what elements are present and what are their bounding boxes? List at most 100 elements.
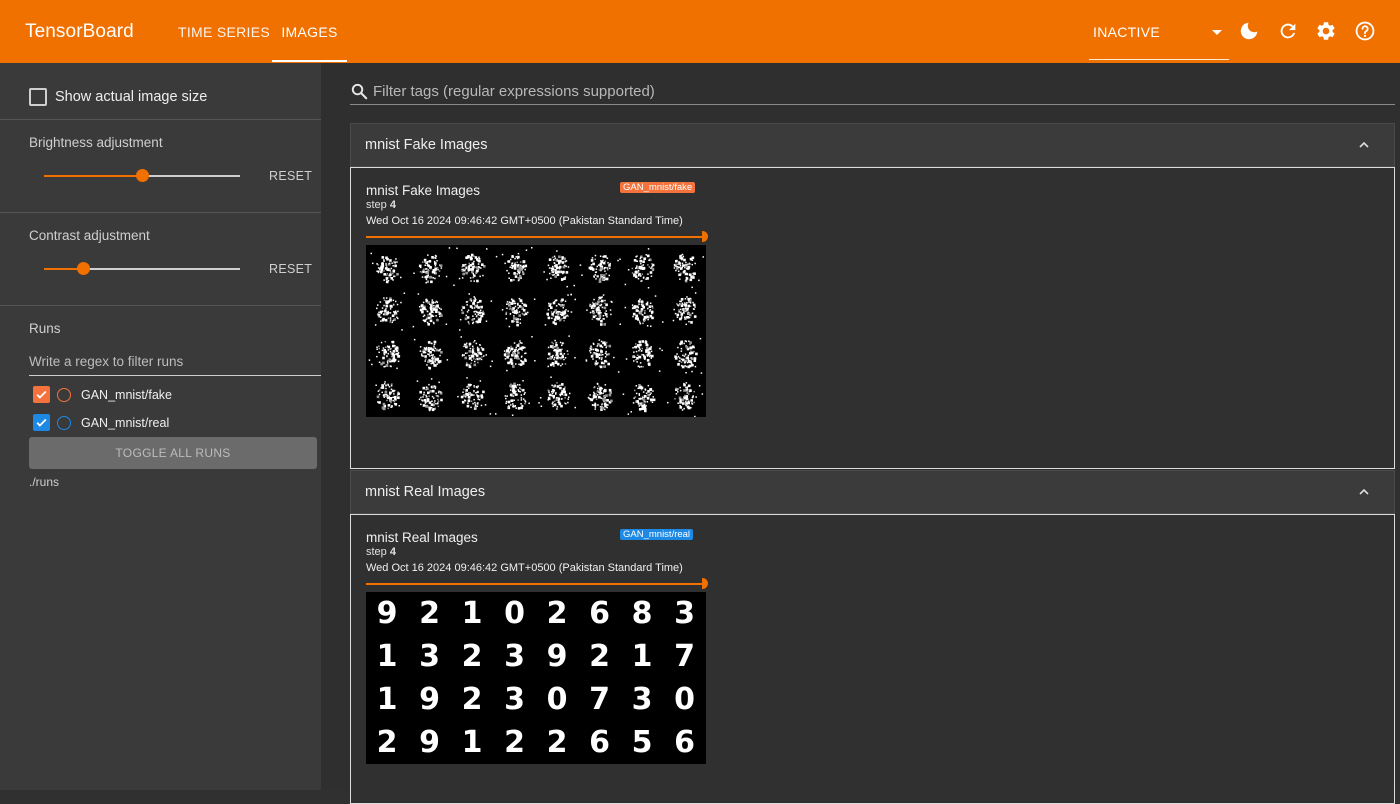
runs-filter-input[interactable]: Write a regex to filter runs <box>29 350 321 376</box>
noise-pixel <box>462 268 464 271</box>
toggle-all-runs-button[interactable]: TOGGLE ALL RUNS <box>29 437 317 469</box>
noise-pixel <box>440 267 443 269</box>
group-header-real[interactable]: mnist Real Images <box>350 470 1395 514</box>
chevron-up-icon[interactable] <box>1356 484 1372 500</box>
noise-pixel <box>640 303 643 306</box>
noise-pixel <box>567 294 569 296</box>
noise-pixel <box>453 284 455 286</box>
noise-pixel <box>681 398 685 402</box>
noise-pixel <box>680 254 682 257</box>
noise-pixel <box>385 319 387 321</box>
group-header-fake[interactable]: mnist Fake Images <box>350 123 1395 167</box>
noise-pixel <box>403 292 406 294</box>
run-item-fake[interactable]: GAN_mnist/fake <box>33 386 172 403</box>
noise-pixel <box>685 279 687 281</box>
noise-pixel <box>525 249 528 251</box>
noise-pixel <box>641 347 643 350</box>
noise-pixel <box>642 300 644 303</box>
noise-pixel <box>694 415 696 417</box>
noise-pixel <box>387 384 390 387</box>
settings-icon[interactable] <box>1315 20 1337 42</box>
noise-pixel <box>422 386 426 390</box>
dark-mode-icon[interactable] <box>1238 20 1260 42</box>
step-slider[interactable] <box>366 231 708 242</box>
noise-pixel <box>482 310 484 313</box>
brightness-slider-thumb[interactable] <box>136 169 149 182</box>
noise-pixel <box>640 402 642 404</box>
noise-pixel <box>518 314 521 317</box>
noise-pixel <box>592 315 596 319</box>
noise-pixel <box>608 264 611 267</box>
contrast-slider-thumb[interactable] <box>77 262 91 275</box>
noise-pixel <box>508 405 510 407</box>
noise-pixel <box>511 267 514 269</box>
step-slider[interactable] <box>366 578 708 589</box>
run-item-real[interactable]: GAN_mnist/real <box>33 414 169 431</box>
noise-pixel <box>679 318 681 320</box>
noise-pixel <box>553 262 556 265</box>
noise-pixel <box>461 277 464 279</box>
noise-pixel <box>515 386 517 389</box>
run-checkbox-real[interactable] <box>33 414 50 431</box>
noise-pixel <box>477 361 479 364</box>
tab-time-series[interactable]: TIME SERIES <box>178 0 270 63</box>
tag-filter-input[interactable]: Filter tags (regular expressions support… <box>350 79 1395 105</box>
noise-pixel <box>482 390 485 394</box>
noise-pixel <box>390 365 392 368</box>
noise-pixel <box>567 315 569 317</box>
noise-pixel <box>425 308 427 311</box>
contrast-reset-button[interactable]: RESET <box>269 262 312 276</box>
noise-pixel <box>682 358 685 362</box>
run-color-swatch-fake[interactable] <box>57 387 71 402</box>
noise-pixel <box>553 395 555 398</box>
noise-pixel <box>564 312 567 315</box>
noise-pixel <box>552 354 554 357</box>
noise-pixel <box>558 318 562 322</box>
help-icon[interactable] <box>1354 20 1376 42</box>
run-color-swatch-real[interactable] <box>57 415 71 430</box>
tag-filter-placeholder: Filter tags (regular expressions support… <box>373 83 655 100</box>
noise-pixel <box>640 350 643 352</box>
noise-pixel <box>648 363 651 366</box>
app-brand[interactable]: TensorBoard <box>25 21 134 43</box>
show-actual-size-toggle[interactable]: Show actual image size <box>29 88 207 106</box>
noise-pixel <box>469 347 472 350</box>
top-app-bar: TensorBoard TIME SERIES IMAGES INACTIVE <box>0 0 1400 63</box>
step-slider-thumb[interactable] <box>702 231 708 242</box>
reload-status-select[interactable]: INACTIVE <box>1089 14 1229 60</box>
run-checkbox-fake[interactable] <box>33 386 50 403</box>
noise-pixel <box>521 268 524 270</box>
noise-pixel <box>600 269 602 272</box>
noise-pixel <box>602 315 605 317</box>
noise-pixel <box>597 343 600 346</box>
noise-pixel <box>512 351 515 355</box>
noise-pixel <box>553 358 555 361</box>
step-slider-thumb[interactable] <box>702 578 708 589</box>
mnist-digit: 2 <box>376 725 398 760</box>
noise-pixel <box>641 396 644 398</box>
noise-pixel <box>599 393 602 395</box>
show-actual-size-checkbox[interactable] <box>29 88 47 106</box>
reload-icon[interactable] <box>1277 20 1299 42</box>
noise-pixel <box>520 406 523 410</box>
noise-pixel <box>421 311 424 313</box>
brightness-reset-button[interactable]: RESET <box>269 169 312 183</box>
noise-pixel <box>639 259 643 263</box>
noise-pixel <box>439 348 442 351</box>
noise-pixel <box>651 263 653 265</box>
brightness-slider[interactable] <box>44 169 240 182</box>
noise-pixel <box>427 261 429 263</box>
noise-pixel <box>381 307 384 309</box>
noise-pixel <box>465 267 467 270</box>
real-image-grid[interactable]: 92102683132392171923073029122656 <box>366 592 706 764</box>
generated-image-grid[interactable] <box>366 245 706 417</box>
noise-pixel <box>379 310 383 314</box>
noise-pixel <box>559 260 561 263</box>
noise-pixel <box>561 363 564 365</box>
noise-pixel <box>639 273 641 275</box>
noise-pixel <box>389 319 392 321</box>
chevron-up-icon[interactable] <box>1356 137 1372 153</box>
tab-images[interactable]: IMAGES <box>272 0 347 63</box>
noise-pixel <box>378 361 381 363</box>
contrast-slider[interactable] <box>44 262 240 275</box>
